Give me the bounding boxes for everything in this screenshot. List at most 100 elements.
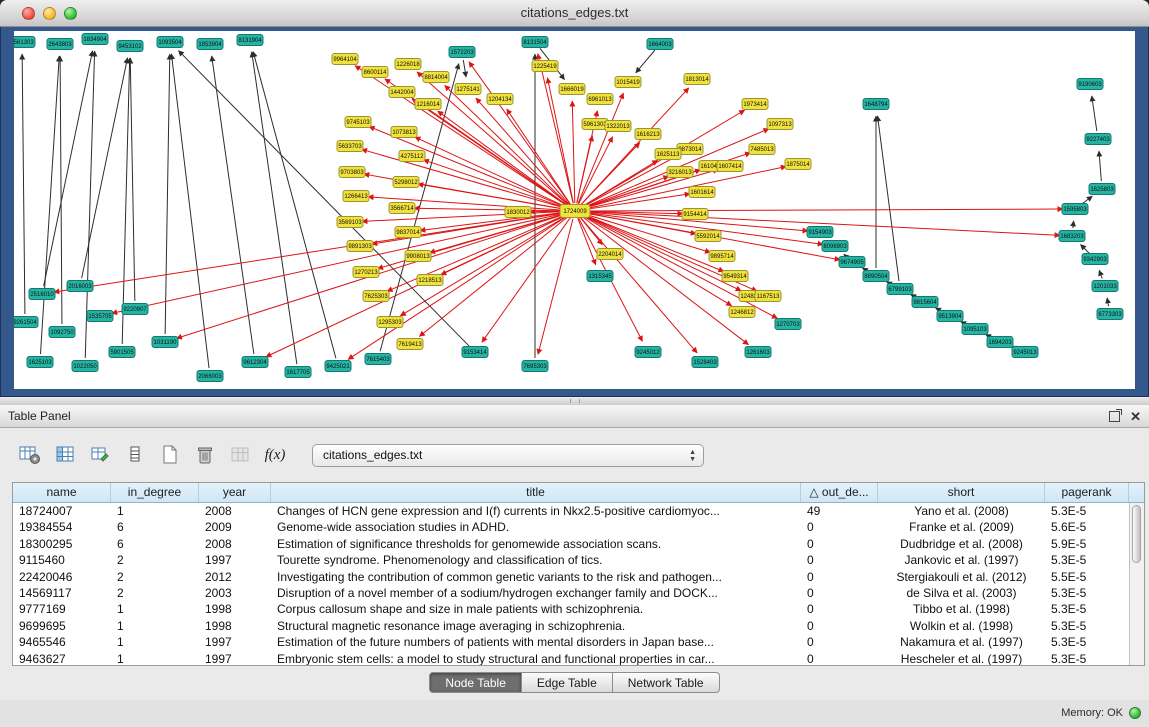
graph-node[interactable]: 8131904 <box>237 35 263 46</box>
show-columns-icon[interactable] <box>49 441 81 469</box>
graph-node[interactable]: 9815604 <box>912 297 938 308</box>
graph-node[interactable]: 9549314 <box>722 271 748 282</box>
graph-node[interactable]: 2561303 <box>14 37 35 48</box>
function-builder-icon[interactable]: f(x) <box>259 441 291 469</box>
table-row[interactable]: 946554611997Estimation of the future num… <box>13 634 1129 650</box>
graph-node[interactable]: 9612304 <box>242 357 268 368</box>
graph-node[interactable]: 1201033 <box>1092 281 1118 292</box>
window-titlebar[interactable]: citations_edges.txt <box>0 0 1149 27</box>
graph-node[interactable]: 9895714 <box>709 251 735 262</box>
graph-node[interactable]: 1225419 <box>532 61 558 72</box>
edit-table-icon[interactable] <box>84 441 116 469</box>
scrollbar-thumb[interactable] <box>1132 505 1141 563</box>
graph-node[interactable]: 7619413 <box>397 339 423 350</box>
graph-node[interactable]: 8890504 <box>863 271 889 282</box>
graph-node[interactable]: 7615403 <box>365 354 391 365</box>
graph-node[interactable]: 1270213 <box>353 267 379 278</box>
graph-node[interactable]: 7695303 <box>522 361 548 372</box>
graph-node[interactable]: 1625803 <box>1089 184 1115 195</box>
tab-edge-table[interactable]: Edge Table <box>522 672 613 693</box>
graph-node[interactable]: 8600114 <box>362 67 388 78</box>
column-header-out_de[interactable]: △ out_de... <box>801 483 878 502</box>
graph-node[interactable]: 4275112 <box>399 151 425 162</box>
graph-node[interactable]: 1261603 <box>745 347 771 358</box>
graph-node[interactable]: 1664003 <box>647 39 673 50</box>
graph-node[interactable]: 1095103 <box>962 324 988 335</box>
graph-node[interactable]: 9908013 <box>405 251 431 262</box>
tab-network-table[interactable]: Network Table <box>613 672 720 693</box>
graph-node[interactable]: 1266413 <box>343 191 369 202</box>
graph-node[interactable]: 9453102 <box>117 41 143 52</box>
graph-node[interactable]: 1617705 <box>285 367 311 378</box>
graph-node[interactable]: 9891303 <box>347 241 373 252</box>
graph-node[interactable]: 1834904 <box>82 34 108 45</box>
graph-node[interactable]: 9245012 <box>635 347 661 358</box>
graph-hub-node[interactable]: 1724009 <box>560 205 590 218</box>
graph-node[interactable]: 9245013 <box>1012 347 1038 358</box>
graph-node[interactable]: 1666019 <box>559 84 585 95</box>
graph-node[interactable]: 6799103 <box>887 284 913 295</box>
graph-node[interactable]: 2066003 <box>197 371 223 382</box>
table-row[interactable]: 969969511998Structural magnetic resonanc… <box>13 618 1129 634</box>
graph-node[interactable]: 2643803 <box>47 39 73 50</box>
graph-node[interactable]: 5961303 <box>582 119 608 130</box>
table-row[interactable]: 1830029562008Estimation of significance … <box>13 536 1129 552</box>
new-document-icon[interactable] <box>154 441 186 469</box>
graph-node[interactable]: 9745103 <box>345 117 371 128</box>
column-header-in_degree[interactable]: in_degree <box>111 483 199 502</box>
graph-node[interactable]: 1572203 <box>449 47 475 58</box>
graph-node[interactable]: 1295303 <box>377 317 403 328</box>
graph-node[interactable]: 1275141 <box>455 84 481 95</box>
graph-node[interactable]: 9154414 <box>682 209 708 220</box>
graph-node[interactable]: 2204014 <box>597 249 623 260</box>
graph-node[interactable]: 7625303 <box>363 291 389 302</box>
graph-node[interactable]: 9425021 <box>325 361 351 372</box>
network-canvas[interactable]: 1724009996410486001141226018881400412751… <box>14 31 1135 389</box>
graph-node[interactable]: 1093504 <box>157 37 183 48</box>
graph-node[interactable]: 9513904 <box>937 311 963 322</box>
graph-node[interactable]: 1315345 <box>587 271 613 282</box>
graph-node[interactable]: 1167513 <box>755 291 781 302</box>
graph-node[interactable]: 1616213 <box>635 129 661 140</box>
graph-node[interactable]: 2016003 <box>67 281 93 292</box>
graph-node[interactable]: 1595803 <box>1062 204 1088 215</box>
graph-node[interactable]: 5592014 <box>695 231 721 242</box>
graph-node[interactable]: 8814004 <box>423 72 449 83</box>
graph-node[interactable]: 9964104 <box>332 54 358 65</box>
graph-node[interactable]: 1022050 <box>72 361 98 372</box>
graph-node[interactable]: 1875014 <box>785 159 811 170</box>
graph-node[interactable]: 9703803 <box>339 167 365 178</box>
graph-node[interactable]: 5633703 <box>337 141 363 152</box>
zoom-window-button[interactable] <box>64 7 77 20</box>
graph-node[interactable]: 2516010 <box>29 289 55 300</box>
table-source-dropdown[interactable]: citations_edges.txt ▲▼ <box>312 444 704 467</box>
column-header-short[interactable]: short <box>878 483 1045 502</box>
graph-node[interactable]: 1683203 <box>1059 231 1085 242</box>
graph-node[interactable]: 9342903 <box>1082 254 1108 265</box>
graph-node[interactable]: 1218513 <box>417 275 443 286</box>
graph-node[interactable]: 1648794 <box>863 99 889 110</box>
graph-node[interactable]: 9674905 <box>839 257 865 268</box>
graph-node[interactable]: 6961013 <box>587 94 613 105</box>
graph-node[interactable]: 1092750 <box>49 327 75 338</box>
graph-node[interactable]: 1322013 <box>605 121 631 132</box>
graph-node[interactable]: 3216013 <box>667 167 693 178</box>
graph-node[interactable]: 3569103 <box>337 217 363 228</box>
graph-node[interactable]: 1442004 <box>389 87 415 98</box>
graph-node[interactable]: 1216014 <box>415 99 441 110</box>
graph-node[interactable]: 1535705 <box>87 311 113 322</box>
table-row[interactable]: 977716911998Corpus callosum shape and si… <box>13 601 1129 617</box>
close-panel-icon[interactable]: ✕ <box>1130 410 1141 423</box>
graph-node[interactable]: 1625103 <box>27 357 53 368</box>
close-window-button[interactable] <box>22 7 35 20</box>
graph-node[interactable]: 9261504 <box>14 317 38 328</box>
graph-node[interactable]: 6773303 <box>1097 309 1123 320</box>
rows-icon[interactable] <box>119 441 151 469</box>
graph-node[interactable]: 9154903 <box>807 227 833 238</box>
graph-node[interactable]: 8096903 <box>822 241 848 252</box>
float-panel-icon[interactable] <box>1109 411 1120 422</box>
graph-node[interactable]: 1853904 <box>197 39 223 50</box>
graph-node[interactable]: 1073813 <box>391 127 417 138</box>
graph-node[interactable]: 1015419 <box>615 77 641 88</box>
graph-node[interactable]: 9837014 <box>395 227 421 238</box>
